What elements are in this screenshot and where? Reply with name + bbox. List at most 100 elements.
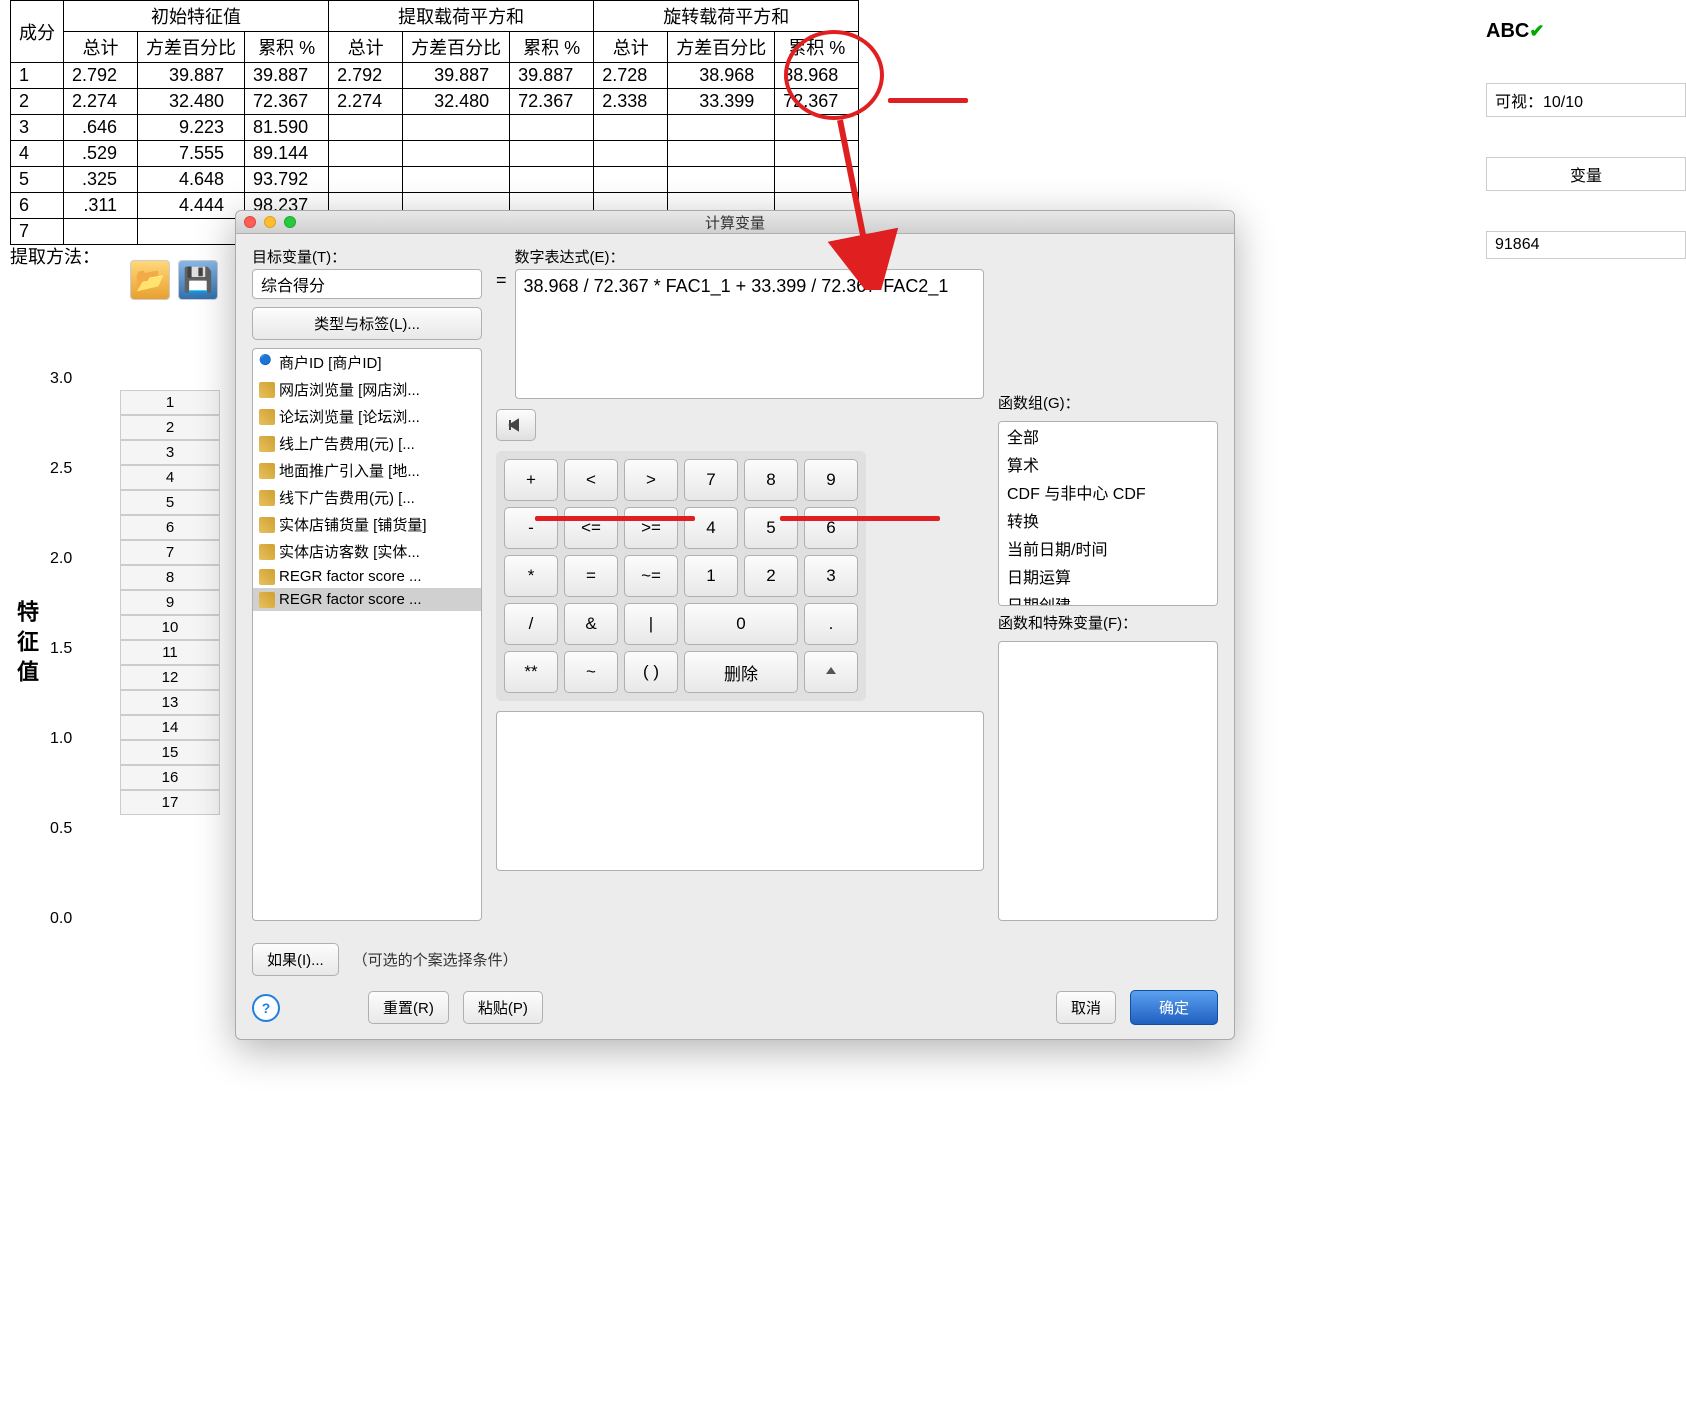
keypad-key[interactable]: > xyxy=(624,459,678,501)
row-header[interactable]: 5 xyxy=(120,490,220,515)
keypad-key[interactable]: 9 xyxy=(804,459,858,501)
keypad-key[interactable]: 6 xyxy=(804,507,858,549)
paste-button[interactable]: 粘贴(P) xyxy=(463,991,543,1024)
table-row: 3.6469.22381.590 xyxy=(11,115,859,141)
type-and-label-button[interactable]: 类型与标签(L)... xyxy=(252,307,482,340)
function-group-item[interactable]: 当前日期/时间 xyxy=(999,534,1217,562)
keypad-key[interactable]: < xyxy=(564,459,618,501)
y-tick: 0.0 xyxy=(50,910,72,928)
row-header[interactable]: 15 xyxy=(120,740,220,765)
keypad-key[interactable]: 3 xyxy=(804,555,858,597)
arrow-up-icon xyxy=(824,665,838,679)
row-header[interactable]: 3 xyxy=(120,440,220,465)
table-row: 5.3254.64893.792 xyxy=(11,167,859,193)
cancel-button[interactable]: 取消 xyxy=(1056,991,1116,1024)
target-variable-input[interactable] xyxy=(252,269,482,299)
sample-value: 91864 xyxy=(1486,231,1686,259)
variable-item[interactable]: 线上广告费用(元) [... xyxy=(253,430,481,457)
keypad-key[interactable]: ~= xyxy=(624,555,678,597)
keypad-key[interactable]: . xyxy=(804,603,858,645)
keypad-key[interactable]: 8 xyxy=(744,459,798,501)
keypad-key[interactable]: >= xyxy=(624,507,678,549)
row-header[interactable]: 16 xyxy=(120,765,220,790)
variable-item[interactable]: REGR factor score ... xyxy=(253,588,481,611)
scale-icon xyxy=(259,382,275,398)
function-group-item[interactable]: 日期运算 xyxy=(999,562,1217,590)
close-icon[interactable] xyxy=(244,216,256,228)
arrow-left-icon xyxy=(506,418,526,432)
insert-function-button[interactable] xyxy=(804,651,858,693)
row-header[interactable]: 9 xyxy=(120,590,220,615)
row-header[interactable]: 1 xyxy=(120,390,220,415)
keypad-key[interactable]: = xyxy=(564,555,618,597)
function-group-item[interactable]: 算术 xyxy=(999,450,1217,478)
function-group-item[interactable]: CDF 与非中心 CDF xyxy=(999,478,1217,506)
maximize-icon[interactable] xyxy=(284,216,296,228)
variable-item[interactable]: REGR factor score ... xyxy=(253,565,481,588)
function-group-item[interactable]: 全部 xyxy=(999,422,1217,450)
ok-button[interactable]: 确定 xyxy=(1130,990,1218,1025)
dialog-titlebar[interactable]: 计算变量 xyxy=(236,211,1234,234)
move-to-expression-button[interactable] xyxy=(496,409,536,441)
y-tick: 1.0 xyxy=(50,730,72,748)
if-button[interactable]: 如果(I)... xyxy=(252,943,339,976)
row-header[interactable]: 17 xyxy=(120,790,220,815)
keypad-key[interactable]: 0 xyxy=(684,603,798,645)
row-header[interactable]: 12 xyxy=(120,665,220,690)
variable-item[interactable]: 论坛浏览量 [论坛浏... xyxy=(253,403,481,430)
row-header[interactable]: 13 xyxy=(120,690,220,715)
row-header[interactable]: 4 xyxy=(120,465,220,490)
keypad-key[interactable]: 2 xyxy=(744,555,798,597)
keypad-key[interactable]: + xyxy=(504,459,558,501)
keypad-key[interactable]: ~ xyxy=(564,651,618,693)
row-header[interactable]: 10 xyxy=(120,615,220,640)
spellcheck-icon[interactable]: ABC✔ xyxy=(1486,20,1544,42)
delete-key[interactable]: 删除 xyxy=(684,651,798,693)
function-group-item[interactable]: 转换 xyxy=(999,506,1217,534)
function-list[interactable] xyxy=(998,641,1218,921)
row-header[interactable]: 8 xyxy=(120,565,220,590)
keypad-key[interactable]: ** xyxy=(504,651,558,693)
function-group-list[interactable]: 全部算术CDF 与非中心 CDF转换当前日期/时间日期运算日期创建 xyxy=(998,421,1218,606)
row-header[interactable]: 14 xyxy=(120,715,220,740)
scale-icon xyxy=(259,569,275,585)
variable-item[interactable]: 商户ID [商户ID] xyxy=(253,349,481,376)
row-header[interactable]: 2 xyxy=(120,415,220,440)
toolbar-fragment: 📂 💾 xyxy=(130,260,218,300)
variable-item[interactable]: 实体店访客数 [实体... xyxy=(253,538,481,565)
keypad-key[interactable]: | xyxy=(624,603,678,645)
help-button[interactable]: ? xyxy=(252,994,280,1022)
row-header[interactable]: 7 xyxy=(120,540,220,565)
variable-list[interactable]: 商户ID [商户ID]网店浏览量 [网店浏...论坛浏览量 [论坛浏...线上广… xyxy=(252,348,482,921)
scale-icon xyxy=(259,409,275,425)
keypad-key[interactable]: <= xyxy=(564,507,618,549)
variable-item[interactable]: 实体店铺货量 [铺货量] xyxy=(253,511,481,538)
keypad-key[interactable]: ( ) xyxy=(624,651,678,693)
row-header[interactable]: 11 xyxy=(120,640,220,665)
scale-icon xyxy=(259,436,275,452)
keypad-key[interactable]: - xyxy=(504,507,558,549)
function-group-item[interactable]: 日期创建 xyxy=(999,590,1217,606)
variable-item[interactable]: 网店浏览量 [网店浏... xyxy=(253,376,481,403)
keypad-key[interactable]: 1 xyxy=(684,555,738,597)
scale-icon xyxy=(259,544,275,560)
keypad-key[interactable]: * xyxy=(504,555,558,597)
keypad-key[interactable]: / xyxy=(504,603,558,645)
open-file-icon[interactable]: 📂 xyxy=(130,260,170,300)
keypad-key[interactable]: & xyxy=(564,603,618,645)
keypad-key[interactable]: 7 xyxy=(684,459,738,501)
scale-icon xyxy=(259,463,275,479)
save-icon[interactable]: 💾 xyxy=(178,260,218,300)
expression-input[interactable]: 38.968 / 72.367 * FAC1_1 + 33.399 / 72.3… xyxy=(515,269,984,399)
row-header[interactable]: 6 xyxy=(120,515,220,540)
variable-header: 变量 xyxy=(1486,157,1686,191)
minimize-icon[interactable] xyxy=(264,216,276,228)
variable-item[interactable]: 地面推广引入量 [地... xyxy=(253,457,481,484)
variable-item[interactable]: 线下广告费用(元) [... xyxy=(253,484,481,511)
nominal-icon xyxy=(259,355,275,371)
reset-button[interactable]: 重置(R) xyxy=(368,991,449,1024)
keypad-key[interactable]: 5 xyxy=(744,507,798,549)
keypad-key[interactable]: 4 xyxy=(684,507,738,549)
scale-icon xyxy=(259,490,275,506)
y-tick: 1.5 xyxy=(50,640,72,658)
